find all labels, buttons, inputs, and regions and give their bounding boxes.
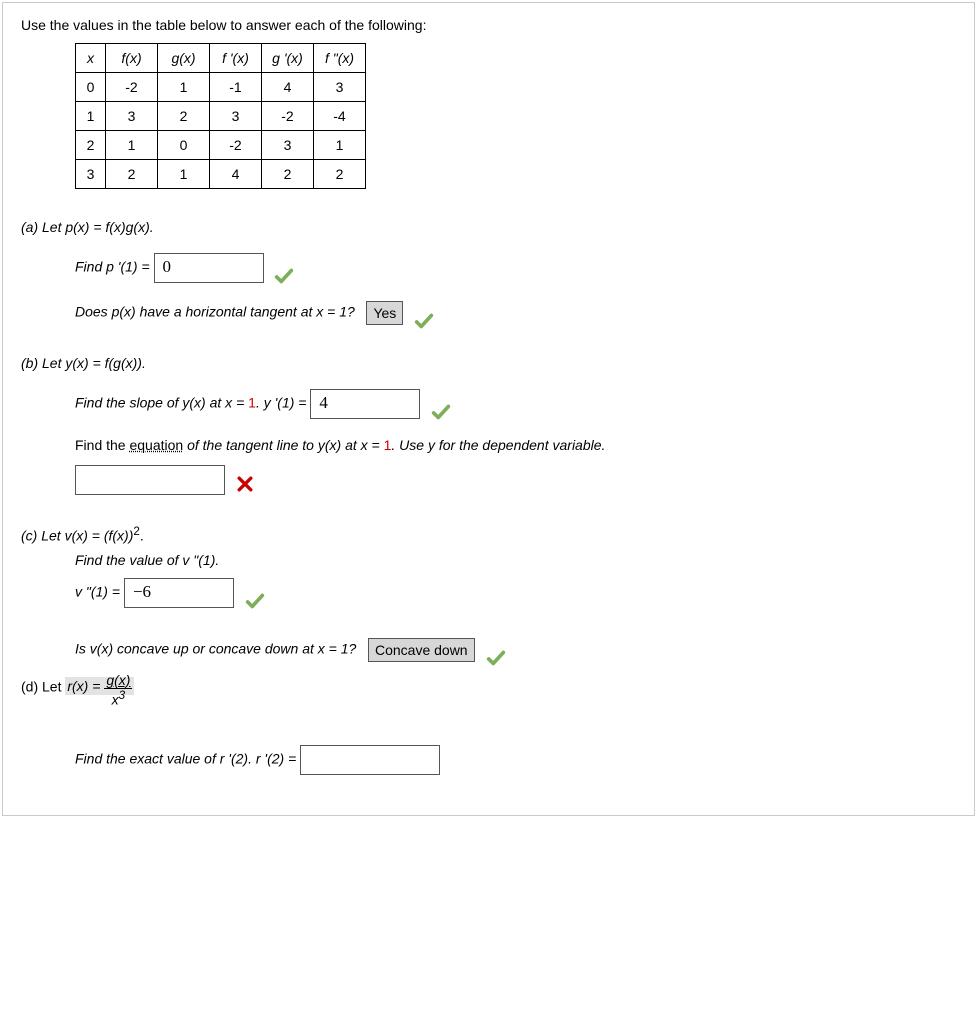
th-fpx: f '(x) [210,44,262,73]
part-c-concave-q: Is v(x) concave up or concave down at x … [75,640,356,656]
part-b-slope-pre: Find the slope of y(x) at x = [75,395,248,411]
part-d-r-eq: r(x) = [67,678,100,694]
part-a-horizontal-q: Does p(x) have a horizontal tangent at x… [75,301,956,325]
part-c: (c) Let v(x) = (f(x))2. Find the value o… [21,525,956,662]
part-b-slope-input[interactable]: 4 [310,389,420,419]
part-c-v-label: v "(1) = [75,583,120,599]
frac-num: g(x) [104,672,132,689]
data-table: x f(x) g(x) f '(x) g '(x) f "(x) 0 -2 1 … [75,43,366,189]
part-a-find-label: Find p '(1) = [75,259,150,275]
part-c-def-post: . [140,528,144,544]
th-gpx: g '(x) [262,44,314,73]
question-container: Use the values in the table below to ans… [2,2,975,816]
part-b-eq-pre: Find the [75,437,129,453]
part-d-def-pre: (d) Let [21,678,61,694]
part-b-eq-input[interactable] [75,465,225,495]
part-b-def: (b) Let y(x) = f(g(x)). [21,355,146,371]
part-b-eq-tail: . Use y for the dependent variable. [391,437,605,453]
part-c-concave: Is v(x) concave up or concave down at x … [75,638,956,662]
part-c-v-input[interactable]: −6 [124,578,234,608]
th-gx: g(x) [158,44,210,73]
part-d-r-hl: r(x) = g(x) x3 [65,677,134,695]
part-b-slope: Find the slope of y(x) at x = 1. y '(1) … [75,389,956,419]
part-d: (d) Let r(x) = g(x) x3 Find the exact va… [21,670,956,776]
part-d-find: Find the exact value of r '(2). r '(2) = [75,745,956,775]
part-b-slope-post: . y '(1) = [256,395,307,411]
part-a-hq-select[interactable]: Yes [366,301,403,325]
table-row: 3 2 1 4 2 2 [76,160,366,189]
th-fppx: f "(x) [314,44,366,73]
table-header-row: x f(x) g(x) f '(x) g '(x) f "(x) [76,44,366,73]
check-icon [485,647,507,669]
part-d-find-label: Find the exact value of r '(2). r '(2) = [75,751,296,767]
part-c-v: v "(1) = −6 [75,578,956,608]
part-b-eq: Find the equation of the tangent line to… [75,437,956,495]
check-icon [430,401,452,423]
table-row: 0 -2 1 -1 4 3 [76,73,366,102]
table-row: 1 3 2 3 -2 -4 [76,102,366,131]
th-x: x [76,44,106,73]
th-fx: f(x) [106,44,158,73]
check-icon [413,310,435,332]
part-a-def: (a) Let p(x) = f(x)g(x). [21,219,154,235]
frac-den: x3 [104,689,132,708]
part-a: (a) Let p(x) = f(x)g(x). Find p '(1) = 0… [21,219,956,325]
part-d-answer-input[interactable] [300,745,440,775]
part-b: (b) Let y(x) = f(g(x)). Find the slope o… [21,355,956,495]
fraction: g(x) x3 [104,672,132,708]
table-row: 2 1 0 -2 3 1 [76,131,366,160]
part-b-eq-post: of the tangent line to y(x) at x = [183,437,383,453]
prompt-text: Use the values in the table below to ans… [21,17,956,33]
check-icon [244,590,266,612]
redone: 1 [248,395,256,411]
part-c-concave-select[interactable]: Concave down [368,638,475,662]
part-c-find-label: Find the value of v "(1). [75,552,956,568]
check-icon [273,265,295,287]
part-a-find: Find p '(1) = 0 [75,253,956,283]
part-a-hq-text: Does p(x) have a horizontal tangent at x… [75,304,355,320]
part-a-answer-input[interactable]: 0 [154,253,264,283]
part-c-def-pre: (c) Let v(x) = (f(x)) [21,528,133,544]
cross-icon [235,474,255,494]
equation-link[interactable]: equation [129,437,183,453]
